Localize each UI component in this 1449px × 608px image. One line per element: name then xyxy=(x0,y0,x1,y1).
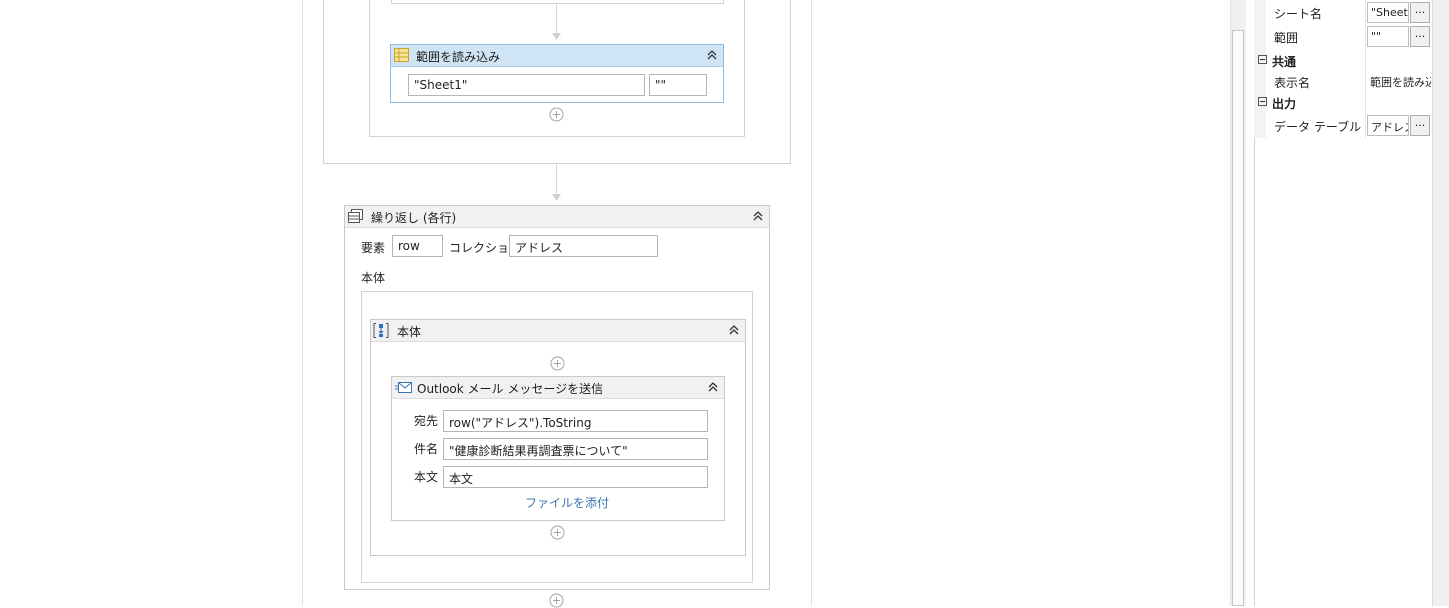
collapse-chevron-icon[interactable] xyxy=(750,206,766,226)
properties-panel-right-scrollbar[interactable] xyxy=(1432,0,1449,606)
scrollbar-thumb[interactable] xyxy=(1232,30,1244,606)
previous-activity-stub xyxy=(391,0,724,4)
property-row-range[interactable]: 範囲 "" ... xyxy=(1255,25,1431,47)
property-ellipsis-button[interactable]: ... xyxy=(1410,2,1430,23)
property-ellipsis-button[interactable]: ... xyxy=(1410,26,1430,47)
attach-file-link[interactable]: ファイルを添付 xyxy=(525,494,609,511)
excel-range-icon xyxy=(394,48,409,62)
property-value-field[interactable]: "Sheet1" xyxy=(1367,2,1409,23)
sequence-icon xyxy=(373,323,389,338)
property-name: データ テーブル xyxy=(1274,120,1362,134)
collapse-chevron-icon[interactable] xyxy=(726,320,742,340)
send-outlook-mail-header[interactable]: Outlook メール メッセージを送信 xyxy=(392,377,724,399)
connector-line xyxy=(556,164,557,195)
property-value-field[interactable]: アドレス xyxy=(1367,115,1409,136)
foreach-row-header[interactable]: 繰り返し (各行) xyxy=(345,206,769,228)
add-activity-plus-icon[interactable] xyxy=(550,356,565,371)
property-row-datatable[interactable]: データ テーブル アドレス ... xyxy=(1255,114,1431,136)
property-name: 範囲 xyxy=(1274,31,1299,45)
range-field[interactable]: "" xyxy=(649,74,707,96)
add-activity-plus-icon[interactable] xyxy=(549,107,564,122)
body-frame: 本体 Outlook メール メッセージを送信 宛先 row("アドレス").T… xyxy=(361,291,753,583)
collapse-chevron-icon[interactable] xyxy=(704,45,720,65)
to-field[interactable]: row("アドレス").ToString xyxy=(443,410,708,432)
read-range-title: 範囲を読み込み xyxy=(416,50,501,64)
connector-line xyxy=(556,4,557,34)
collection-field[interactable]: アドレス xyxy=(509,235,658,257)
category-title: 出力 xyxy=(1272,97,1297,111)
sequence-header[interactable]: 本体 xyxy=(371,320,745,342)
body-text-field[interactable]: 本文 xyxy=(443,466,708,488)
collapse-chevron-icon[interactable] xyxy=(705,377,721,397)
sequence-title: 本体 xyxy=(397,325,422,339)
read-range-header[interactable]: 範囲を読み込み xyxy=(391,45,723,67)
property-name: 表示名 xyxy=(1274,76,1311,90)
property-grid-divider xyxy=(1365,0,1366,138)
foreach-row-activity[interactable]: 繰り返し (各行) 要素 row コレクション アドレス 本体 本体 Outlo… xyxy=(344,205,770,590)
property-row-sheet-name[interactable]: シート名 "Sheet1" ... xyxy=(1255,1,1431,23)
send-outlook-mail-title: Outlook メール メッセージを送信 xyxy=(417,382,604,396)
add-activity-plus-icon[interactable] xyxy=(550,525,565,540)
read-range-activity[interactable]: 範囲を読み込み "Sheet1" "" xyxy=(390,44,724,103)
body-label: 本体 xyxy=(361,271,386,285)
collapse-minus-icon[interactable] xyxy=(1258,97,1267,106)
property-ellipsis-button[interactable]: ... xyxy=(1410,115,1430,136)
sheet-name-field[interactable]: "Sheet1" xyxy=(408,74,645,96)
foreach-row-title: 繰り返し (各行) xyxy=(371,211,457,225)
mail-icon xyxy=(395,382,412,393)
property-value-field[interactable]: "" xyxy=(1367,26,1409,47)
send-outlook-mail-activity[interactable]: Outlook メール メッセージを送信 宛先 row("アドレス").ToSt… xyxy=(391,376,725,521)
subject-label: 件名 xyxy=(414,442,439,456)
sequence-activity[interactable]: 本体 Outlook メール メッセージを送信 宛先 row("アドレス").T… xyxy=(370,319,746,556)
property-row-display-name[interactable]: 表示名 範囲を読み込み xyxy=(1255,70,1431,92)
category-title: 共通 xyxy=(1272,55,1297,69)
to-label: 宛先 xyxy=(414,414,439,428)
property-category-common[interactable]: 共通 xyxy=(1255,50,1431,71)
body-text-label: 本文 xyxy=(414,470,439,484)
property-category-output[interactable]: 出力 xyxy=(1255,92,1431,113)
collapse-minus-icon[interactable] xyxy=(1258,55,1267,64)
element-field[interactable]: row xyxy=(392,235,443,257)
property-name: シート名 xyxy=(1274,7,1323,21)
element-label: 要素 xyxy=(361,241,386,255)
subject-field[interactable]: "健康診断結果再調査票について" xyxy=(443,438,708,460)
connector-arrow-icon xyxy=(552,33,561,40)
foreach-row-icon xyxy=(348,209,363,223)
connector-arrow-icon xyxy=(552,194,561,201)
property-value-field[interactable]: 範囲を読み込み xyxy=(1367,71,1431,92)
